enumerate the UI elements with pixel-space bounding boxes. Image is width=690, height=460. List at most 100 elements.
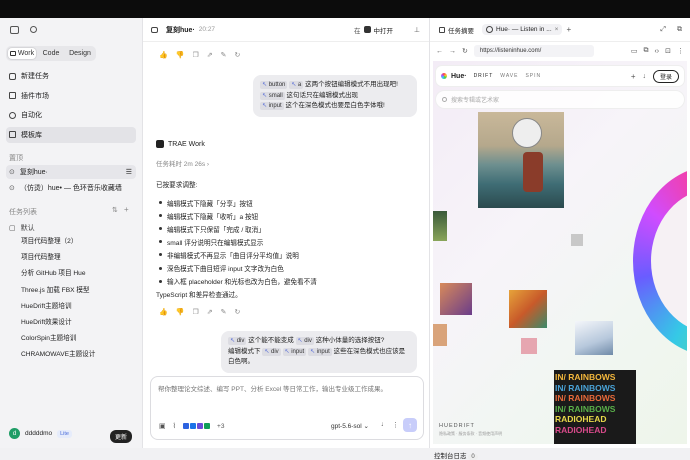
task-list: 项目代码整理（2） 项目代码整理 分析 GitHub 项目 Hue Three.… xyxy=(21,234,95,364)
add-icon[interactable]: + xyxy=(631,72,636,81)
thumbs-down-icon[interactable]: 👎 xyxy=(176,308,185,316)
mode-design[interactable]: Design xyxy=(66,48,94,59)
mode-work[interactable]: Work xyxy=(8,48,36,59)
list-item[interactable]: HueDrift效果设计 xyxy=(21,315,95,331)
element-chip[interactable]: ↖ a xyxy=(289,81,304,89)
task-group[interactable]: ▢ 默认 xyxy=(6,221,136,235)
login-button[interactable]: 登录 xyxy=(652,69,679,83)
nav-drift[interactable]: DRIFT xyxy=(474,73,494,79)
element-chip[interactable]: ↖ input xyxy=(260,102,284,110)
element-chip[interactable]: ↖ div xyxy=(228,337,247,345)
list-item[interactable]: Three.js 加载 FBX 模型 xyxy=(21,283,95,299)
nav-wave[interactable]: WAVE xyxy=(500,73,518,79)
pin-chat-icon[interactable]: ⊥ xyxy=(414,26,420,34)
more-icon[interactable]: ⋮ xyxy=(677,47,684,55)
nav-spin[interactable]: SPIN xyxy=(525,73,541,79)
message-text: 这种小体量的选择按钮? xyxy=(315,337,385,344)
list-item[interactable]: ColorSpin主题培训 xyxy=(21,331,95,347)
open-in-button[interactable]: 在 中打开 xyxy=(354,25,393,35)
retry-icon[interactable]: ↻ xyxy=(234,308,240,316)
list-item[interactable]: CHRAMOWAVE主题设计 xyxy=(21,347,95,363)
footer-links[interactable]: 隐私政策 · 服务条款 · 音频使用声明 xyxy=(439,431,502,437)
element-chip[interactable]: ↖ div xyxy=(262,347,281,356)
album-cover-in-rainbows[interactable]: IN/ RAINBOWS IN/ RAINBOWS IN/ RAINBOWS I… xyxy=(554,370,636,444)
album-cover[interactable] xyxy=(433,211,447,241)
url-field[interactable]: https://listeninhue.com/ xyxy=(473,45,594,57)
element-chip[interactable]: ↖ div xyxy=(295,337,314,345)
album-title: IN/ RAINBOWS xyxy=(555,403,616,414)
sidebar-nav: 新建任务 插件市场 自动化 模板库 xyxy=(6,68,136,146)
thumbs-up-icon[interactable]: 👍 xyxy=(159,308,168,316)
copy-link-icon[interactable]: ⧉ xyxy=(643,47,648,55)
copy-icon[interactable]: ❐ xyxy=(192,51,198,59)
list-item[interactable]: HueDrift主题培训 xyxy=(21,299,95,315)
back-icon[interactable]: ← xyxy=(436,48,443,55)
filter-icon[interactable]: ⇅ xyxy=(112,206,118,214)
console-log-bar[interactable]: 控制台日志 0 xyxy=(434,450,478,460)
sidebar-item-plugins[interactable]: 插件市场 xyxy=(6,88,136,104)
add-task-icon[interactable]: + xyxy=(124,205,129,214)
list-item[interactable]: 分析 GitHub 项目 Hue xyxy=(21,266,95,282)
element-chip[interactable]: ↖ small xyxy=(260,91,285,100)
element-chip[interactable]: ↖ input xyxy=(308,347,332,356)
window-icon[interactable]: ▭ xyxy=(631,47,638,55)
search-icon[interactable] xyxy=(30,26,37,33)
album-cover[interactable] xyxy=(433,324,447,346)
share-icon[interactable]: ⇗ xyxy=(207,51,213,59)
album-cover[interactable] xyxy=(521,338,537,354)
close-icon[interactable]: × xyxy=(555,26,559,33)
sidebar-top xyxy=(10,26,134,36)
site-brand[interactable]: Hue· xyxy=(451,73,467,80)
reply-lead: 已按要求调整: xyxy=(156,182,198,189)
more-options-icon[interactable]: ⋮ xyxy=(392,421,399,429)
message-text: 这句话只在编辑模式出现 xyxy=(286,91,359,99)
album-cover[interactable] xyxy=(571,234,583,246)
update-button[interactable]: 更新 xyxy=(110,430,133,443)
album-cover[interactable] xyxy=(575,321,613,355)
list-item[interactable]: 项目代码整理（2） xyxy=(21,234,95,250)
mode-switch: Work Code Design xyxy=(6,46,96,61)
tab-task-summary[interactable]: 任务摘要 xyxy=(435,23,478,37)
element-chip[interactable]: ↖ input xyxy=(282,347,307,356)
chat-input[interactable] xyxy=(158,383,416,405)
album-cover[interactable] xyxy=(509,290,547,328)
sidebar-item-templates[interactable]: 模板库 xyxy=(6,126,136,143)
microphone-icon[interactable]: ♩ xyxy=(381,421,388,428)
mode-code[interactable]: Code xyxy=(37,48,65,59)
task-duration[interactable]: 任务耗时 2m 26s › xyxy=(156,158,209,168)
panel-close-icon[interactable]: ⧉ xyxy=(677,26,682,34)
forward-icon[interactable]: → xyxy=(449,48,456,55)
attach-icon[interactable]: ▣ xyxy=(159,422,166,430)
devtools-icon[interactable]: ‹› xyxy=(654,48,659,55)
thumbs-up-icon[interactable]: 👍 xyxy=(159,51,168,59)
copy-icon[interactable]: ❐ xyxy=(192,308,198,316)
pinned-task-item[interactable]: ⊙ 复刻hue· ☰ xyxy=(6,165,136,179)
edit-icon[interactable]: ✎ xyxy=(221,51,227,59)
site-search[interactable]: 搜索专辑或艺术家 xyxy=(436,91,684,108)
edit-icon[interactable]: ✎ xyxy=(221,308,227,316)
pinned-task-item[interactable]: ⊙ （仿烫）hue• — 色环音乐收藏墙 xyxy=(6,181,136,195)
sidebar-item-automation[interactable]: 自动化 xyxy=(6,107,136,123)
task-menu-icon[interactable]: ☰ xyxy=(126,168,132,176)
send-button[interactable]: ↑ xyxy=(403,418,417,432)
model-select[interactable]: gpt-5.6-sol ⌄ xyxy=(331,422,369,430)
tab-hue[interactable]: Hue· — Listen in ... × xyxy=(482,24,563,35)
sidebar-item-new-task[interactable]: 新建任务 xyxy=(6,68,136,84)
share-icon[interactable]: ⇗ xyxy=(207,308,213,316)
screenshot-icon[interactable]: ⊡ xyxy=(665,47,671,55)
retry-icon[interactable]: ↻ xyxy=(234,51,240,59)
list-item[interactable]: 项目代码整理 xyxy=(21,250,95,266)
new-tab-icon[interactable]: + xyxy=(566,25,571,34)
url-bar: ← → ↻ https://listeninhue.com/ ▭ ⧉ ‹› ⊡ … xyxy=(430,42,690,60)
sidebar-toggle-icon[interactable] xyxy=(10,26,19,34)
connectors-icon[interactable] xyxy=(183,423,211,429)
album-cover-main[interactable] xyxy=(478,112,564,208)
expand-icon[interactable]: ⤢ xyxy=(660,26,666,34)
download-icon[interactable]: ↓ xyxy=(642,73,646,80)
album-cover[interactable] xyxy=(440,283,472,315)
thumbs-down-icon[interactable]: 👎 xyxy=(176,51,185,59)
paperclip-icon[interactable]: ⌇ xyxy=(173,422,176,430)
reload-icon[interactable]: ↻ xyxy=(462,47,468,55)
element-chip[interactable]: ↖ button xyxy=(260,81,288,89)
user-profile[interactable]: d dddddmo Lite xyxy=(9,428,72,439)
